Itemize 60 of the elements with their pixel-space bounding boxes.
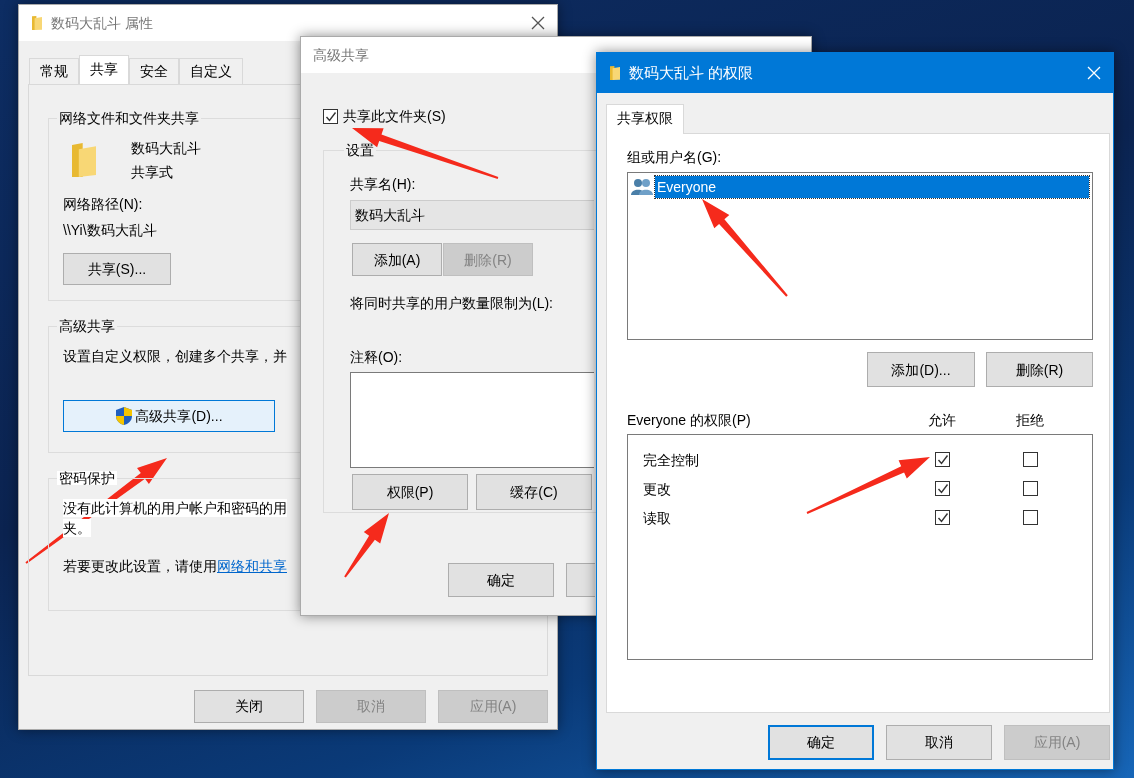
window-title: 高级共享 bbox=[313, 45, 369, 65]
comment-field[interactable] bbox=[350, 371, 594, 468]
folder-icon bbox=[71, 142, 97, 179]
checkbox[interactable] bbox=[934, 510, 950, 526]
dialog-button[interactable]: 取消 bbox=[886, 725, 992, 760]
column-header: 允许 bbox=[927, 411, 957, 430]
users-icon bbox=[631, 178, 653, 197]
window-title: 数码大乱斗 的权限 bbox=[629, 63, 754, 83]
checkbox[interactable] bbox=[323, 108, 338, 124]
description-text: 设置自定义权限，创建多个共享，并 bbox=[63, 347, 287, 366]
permission-name: 更改 bbox=[643, 479, 672, 498]
folder-icon bbox=[31, 15, 43, 31]
network-path: \\Yi\数码大乱斗 bbox=[63, 220, 157, 239]
checkbox[interactable] bbox=[1022, 510, 1038, 526]
tab[interactable]: 共享权限 bbox=[606, 104, 684, 134]
checkbox[interactable] bbox=[934, 481, 950, 497]
shield-icon bbox=[115, 406, 134, 427]
advanced-sharing-button[interactable]: 高级共享(D)... bbox=[63, 400, 275, 433]
tab[interactable]: 常规 bbox=[29, 58, 79, 84]
group-heading: 网络文件和文件夹共享 bbox=[58, 111, 200, 125]
instruction-text: 若要更改此设置，请使用 bbox=[63, 557, 217, 576]
folder-icon bbox=[609, 65, 621, 81]
checkbox[interactable] bbox=[934, 452, 950, 468]
window-title: 数码大乱斗 属性 bbox=[51, 13, 153, 33]
checkbox[interactable] bbox=[1022, 481, 1038, 497]
checkbox-label: 共享此文件夹(S) bbox=[343, 107, 446, 126]
folder-name: 数码大乱斗 bbox=[131, 139, 201, 158]
share-name-field[interactable]: 数码大乱斗 bbox=[350, 200, 594, 231]
permission-name: 完全控制 bbox=[643, 450, 700, 469]
close-icon[interactable] bbox=[531, 16, 545, 30]
description-text: 夹。 bbox=[63, 519, 91, 538]
column-header: 拒绝 bbox=[1015, 411, 1045, 430]
remove-button[interactable]: 删除(R) bbox=[986, 352, 1093, 388]
path-label: 网络路径(N): bbox=[63, 195, 143, 214]
user-name[interactable]: Everyone bbox=[655, 176, 1089, 199]
dialog-button[interactable]: 确定 bbox=[768, 725, 874, 760]
description-text: 没有此计算机的用户帐户和密码的用 bbox=[63, 499, 287, 518]
network-sharing-link[interactable]: 网络和共享 bbox=[217, 557, 287, 576]
field-label: 注释(O): bbox=[350, 347, 403, 366]
add-button[interactable]: 添加(D)... bbox=[867, 352, 975, 388]
field-label: 共享名(H): bbox=[350, 175, 416, 194]
tab[interactable]: 自定义 bbox=[179, 58, 243, 84]
field-label: Everyone 的权限(P) bbox=[627, 411, 752, 430]
dialog-button[interactable]: 添加(A) bbox=[352, 243, 442, 277]
checkbox[interactable] bbox=[1022, 452, 1038, 468]
dialog-button[interactable]: 关闭 bbox=[194, 690, 304, 723]
group-heading: 高级共享 bbox=[58, 319, 116, 333]
share-button[interactable]: 共享(S)... bbox=[63, 252, 171, 285]
tab[interactable]: 共享 bbox=[79, 55, 129, 85]
dialog-button[interactable]: 确定 bbox=[448, 563, 554, 598]
annotation-arrow bbox=[344, 513, 389, 578]
tab[interactable]: 安全 bbox=[129, 58, 179, 84]
caching-button[interactable]: 缓存(C) bbox=[476, 473, 592, 510]
field-label: 将同时共享的用户数量限制为(L): bbox=[350, 294, 553, 313]
permissions-button[interactable]: 权限(P) bbox=[352, 473, 468, 510]
permission-name: 读取 bbox=[643, 508, 672, 527]
group-heading: 设置 bbox=[345, 143, 375, 158]
field-label: 组或用户名(G): bbox=[627, 148, 723, 167]
group-heading: 密码保护 bbox=[57, 471, 117, 485]
share-status: 共享式 bbox=[131, 163, 174, 182]
